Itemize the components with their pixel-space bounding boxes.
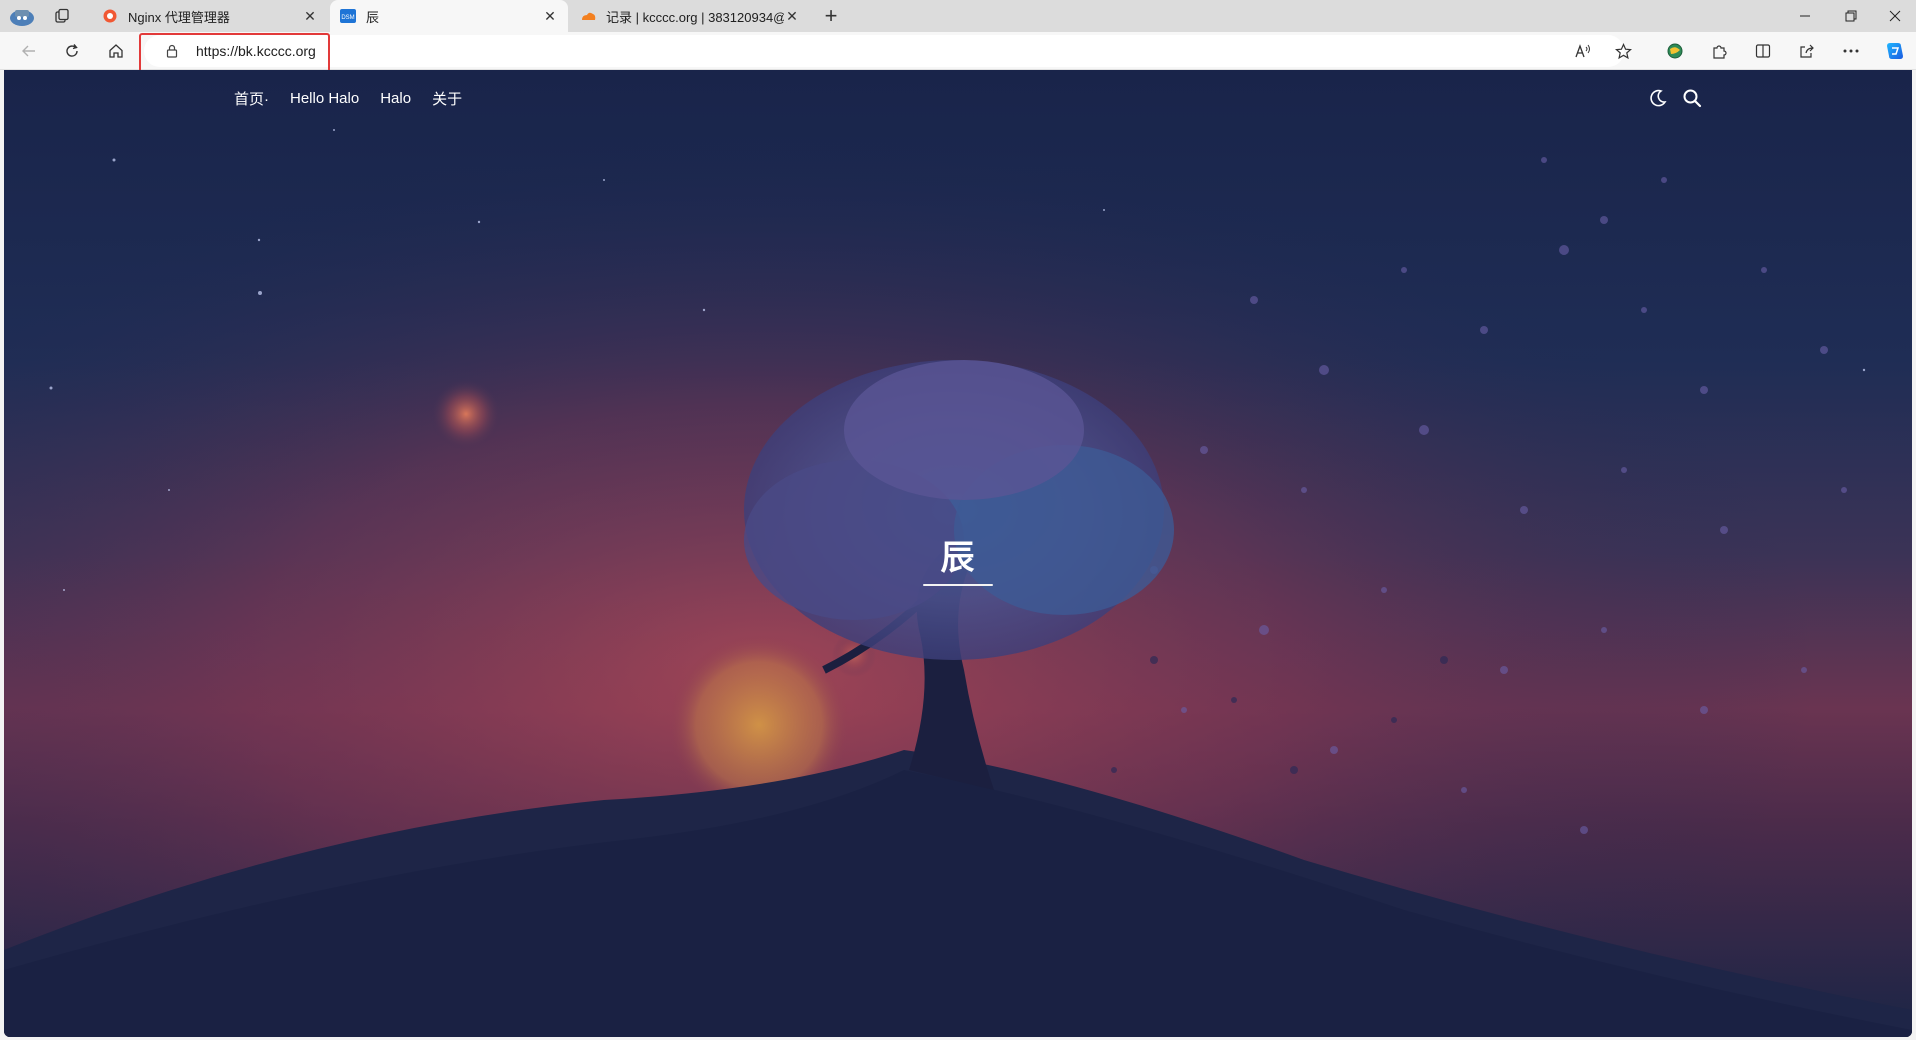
browser-toolbar: https://bk.kcccc.org <box>0 32 1916 70</box>
lock-icon[interactable] <box>164 43 180 59</box>
tab-cloudflare-records[interactable]: 记录 | kcccc.org | 383120934@qq ✕ <box>570 0 810 32</box>
browser-tab-strip: Nginx 代理管理器 ✕ DSM 辰 ✕ 记录 | kcccc.org | 3… <box>0 0 1916 32</box>
more-dots-icon <box>1843 49 1859 53</box>
tab-title: Nginx 代理管理器 <box>128 9 230 25</box>
tab-chen[interactable]: DSM 辰 ✕ <box>330 0 568 32</box>
refresh-button[interactable] <box>57 37 87 65</box>
profile-avatar-icon <box>10 10 34 26</box>
tab-close-icon[interactable]: ✕ <box>542 8 558 25</box>
read-aloud-button[interactable] <box>1568 37 1598 65</box>
site-header-actions <box>1648 88 1702 108</box>
star-icon <box>1614 42 1632 59</box>
tab-title: 辰 <box>366 9 380 25</box>
minimize-button[interactable] <box>1782 0 1828 32</box>
nav-about-link[interactable]: 关于 <box>432 88 462 109</box>
refresh-icon <box>66 44 78 57</box>
back-button[interactable] <box>14 37 44 65</box>
minimize-icon <box>1800 15 1810 17</box>
home-icon <box>109 44 123 58</box>
split-screen-button[interactable] <box>1748 37 1778 65</box>
extensions-button[interactable] <box>1704 37 1734 65</box>
favorite-button[interactable] <box>1608 37 1638 65</box>
collections-icon <box>55 8 69 23</box>
nav-halo-link[interactable]: Halo <box>380 90 411 107</box>
dark-mode-toggle-button[interactable] <box>1648 88 1668 108</box>
cloudflare-favicon <box>580 8 596 24</box>
profile-avatar[interactable] <box>2 0 42 32</box>
tab-close-icon[interactable]: ✕ <box>302 8 318 25</box>
read-aloud-icon <box>1575 44 1590 58</box>
hero-title: 辰 <box>940 539 976 577</box>
restore-icon <box>1845 10 1857 22</box>
globe-extension-icon <box>1667 43 1683 59</box>
restore-button[interactable] <box>1828 0 1874 32</box>
home-button[interactable] <box>101 37 131 65</box>
hero-title-underline <box>923 584 993 586</box>
plus-icon: + <box>824 3 838 28</box>
collections-button[interactable] <box>42 0 82 32</box>
tab-title: 记录 | kcccc.org | 383120934@qq <box>606 9 784 25</box>
dsm-favicon: DSM <box>340 8 356 24</box>
share-icon <box>1800 44 1814 58</box>
nav-hello-halo-link[interactable]: Hello Halo <box>290 90 359 107</box>
extension-button[interactable] <box>1660 37 1690 65</box>
close-icon <box>1889 10 1901 22</box>
arrow-left-icon <box>22 45 35 57</box>
address-bar[interactable]: https://bk.kcccc.org <box>144 35 1624 67</box>
copilot-button[interactable] <box>1880 37 1910 65</box>
url-text[interactable]: https://bk.kcccc.org <box>196 43 316 59</box>
more-menu-button[interactable] <box>1836 37 1866 65</box>
share-button[interactable] <box>1792 37 1822 65</box>
new-tab-button[interactable]: + <box>818 3 844 29</box>
split-screen-icon <box>1755 44 1771 58</box>
nginx-proxy-favicon <box>102 8 118 24</box>
puzzle-icon <box>1712 44 1727 59</box>
site-navigation: 首页· Hello Halo Halo 关于 <box>234 88 483 109</box>
site-search-button[interactable] <box>1682 88 1702 108</box>
svg-text:DSM: DSM <box>341 15 354 21</box>
copilot-icon <box>1887 43 1903 59</box>
page-viewport: 首页· Hello Halo Halo 关于 辰 <box>4 70 1912 1037</box>
close-window-button[interactable] <box>1872 0 1916 32</box>
tab-close-icon[interactable]: ✕ <box>784 8 800 25</box>
nav-home-link[interactable]: 首页· <box>234 88 269 109</box>
moon-icon <box>1650 89 1667 107</box>
tab-nginx-proxy-manager[interactable]: Nginx 代理管理器 ✕ <box>92 0 328 32</box>
search-icon <box>1683 89 1702 108</box>
